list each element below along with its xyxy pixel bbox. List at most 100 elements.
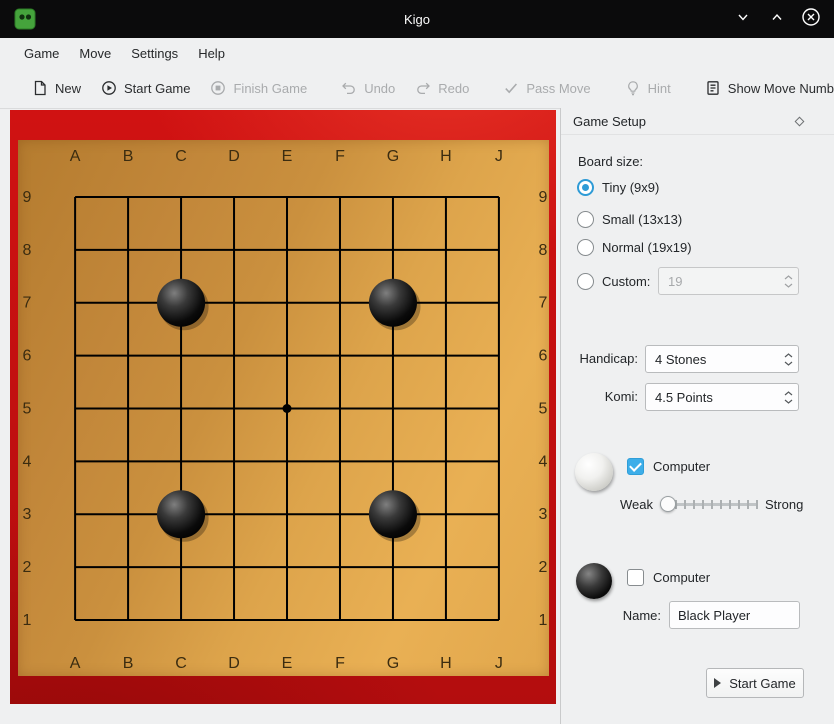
komi-spinbox[interactable]: 4.5 Points — [645, 383, 799, 411]
toolbar-redo-button[interactable]: Redo — [405, 75, 479, 101]
handicap-value: 4 Stones — [655, 352, 706, 367]
toolbar-pass-move-button[interactable]: Pass Move — [493, 75, 600, 101]
black-stone-icon — [576, 563, 612, 599]
radio-indicator — [577, 239, 594, 256]
komi-label: Komi: — [561, 389, 638, 404]
start-game-button[interactable]: Start Game — [706, 668, 804, 698]
radio-label: Normal (19x19) — [602, 240, 692, 255]
name-label: Name: — [561, 608, 661, 623]
custom-size-spinbox[interactable]: 19 — [658, 267, 799, 295]
checkbox-label: Computer — [653, 570, 710, 585]
svg-text:6: 6 — [23, 348, 32, 365]
svg-text:3: 3 — [23, 506, 32, 523]
svg-text:2: 2 — [539, 559, 548, 576]
svg-text:3: 3 — [539, 506, 548, 523]
svg-text:H: H — [440, 148, 452, 165]
svg-text:C: C — [175, 148, 187, 165]
svg-text:E: E — [282, 148, 293, 165]
radio-label: Custom: — [602, 274, 650, 289]
chevron-up-icon — [770, 10, 784, 29]
chevron-down-icon — [736, 10, 750, 29]
svg-text:6: 6 — [539, 348, 548, 365]
black-computer-checkbox-row[interactable]: Computer — [627, 568, 710, 586]
toolbar-start-game-label: Start Game — [124, 81, 190, 96]
svg-text:B: B — [123, 655, 134, 672]
black-player-name-input[interactable] — [669, 601, 800, 629]
menubar: Game Move Settings Help — [0, 38, 834, 68]
spinbox-arrows[interactable] — [784, 384, 793, 410]
board-size-label: Board size: — [578, 154, 643, 169]
spinbox-arrows[interactable] — [784, 346, 793, 372]
numbered-page-icon — [705, 80, 721, 96]
minimize-button[interactable] — [732, 8, 754, 30]
play-icon — [714, 678, 721, 688]
svg-text:D: D — [228, 655, 240, 672]
checkbox-indicator — [627, 458, 644, 475]
svg-text:F: F — [335, 655, 345, 672]
strong-label: Strong — [765, 497, 803, 512]
radio-board-size-tiny[interactable]: Tiny (9x9) — [577, 177, 659, 197]
menu-game[interactable]: Game — [14, 42, 69, 65]
start-game-label: Start Game — [729, 676, 795, 691]
menu-move[interactable]: Move — [69, 42, 121, 65]
toolbar: New Start Game Finish Game Undo — [0, 68, 834, 109]
svg-text:1: 1 — [539, 612, 548, 629]
toolbar-hint-button[interactable]: Hint — [615, 75, 681, 101]
slider-handle[interactable] — [660, 496, 676, 512]
handicap-spinbox[interactable]: 4 Stones — [645, 345, 799, 373]
svg-text:1: 1 — [23, 612, 32, 629]
toolbar-finish-game-button[interactable]: Finish Game — [200, 75, 317, 101]
toolbar-undo-button[interactable]: Undo — [331, 75, 405, 101]
white-stone-icon — [575, 453, 613, 491]
titlebar: Kigo — [0, 0, 834, 38]
go-stone-black — [157, 490, 205, 538]
close-button[interactable] — [800, 8, 822, 30]
lightbulb-icon — [625, 80, 641, 96]
checkmark-icon — [503, 80, 519, 96]
radio-board-size-small[interactable]: Small (13x13) — [577, 209, 682, 229]
go-stone-black — [369, 279, 417, 327]
svg-text:H: H — [440, 655, 452, 672]
radio-indicator — [577, 179, 594, 196]
app-icon — [14, 8, 36, 30]
go-board[interactable]: AABBCCDDEEFFGGHHJJ998877665544332211 — [18, 140, 549, 676]
window-controls — [732, 0, 822, 38]
toolbar-new-label: New — [55, 81, 81, 96]
slider-ticks — [675, 500, 758, 509]
spinbox-arrows[interactable] — [784, 268, 793, 294]
radio-board-size-custom[interactable]: Custom: — [577, 271, 650, 291]
svg-text:C: C — [175, 655, 187, 672]
go-board-frame: AABBCCDDEEFFGGHHJJ998877665544332211 — [10, 110, 556, 704]
redo-icon — [415, 80, 431, 96]
toolbar-start-game-button[interactable]: Start Game — [91, 75, 200, 101]
toolbar-show-move-numbers-button[interactable]: Show Move Numbers — [695, 75, 834, 101]
menu-settings[interactable]: Settings — [121, 42, 188, 65]
svg-text:F: F — [335, 148, 345, 165]
white-strength-row: Weak Strong — [620, 495, 803, 513]
svg-text:A: A — [70, 148, 81, 165]
radio-indicator — [577, 211, 594, 228]
menu-help[interactable]: Help — [188, 42, 235, 65]
svg-text:4: 4 — [539, 453, 548, 470]
maximize-button[interactable] — [766, 8, 788, 30]
panel-float-icon[interactable] — [795, 117, 805, 127]
komi-value: 4.5 Points — [655, 390, 713, 405]
go-board-grid[interactable]: AABBCCDDEEFFGGHHJJ998877665544332211 — [18, 140, 549, 676]
white-computer-checkbox-row[interactable]: Computer — [627, 457, 710, 475]
go-stone-black — [157, 279, 205, 327]
svg-text:8: 8 — [23, 242, 32, 259]
document-new-icon — [32, 80, 48, 96]
svg-text:9: 9 — [539, 189, 548, 206]
checkbox-label: Computer — [653, 459, 710, 474]
svg-text:A: A — [70, 655, 81, 672]
toolbar-show-move-numbers-label: Show Move Numbers — [728, 81, 834, 96]
close-icon — [801, 7, 821, 32]
window-title: Kigo — [0, 12, 834, 27]
svg-text:7: 7 — [23, 295, 32, 312]
toolbar-new-button[interactable]: New — [22, 75, 91, 101]
svg-text:J: J — [495, 655, 503, 672]
radio-board-size-normal[interactable]: Normal (19x19) — [577, 237, 692, 257]
radio-label: Tiny (9x9) — [602, 180, 659, 195]
strength-slider[interactable] — [660, 495, 758, 513]
panel-header: Game Setup — [561, 108, 834, 135]
